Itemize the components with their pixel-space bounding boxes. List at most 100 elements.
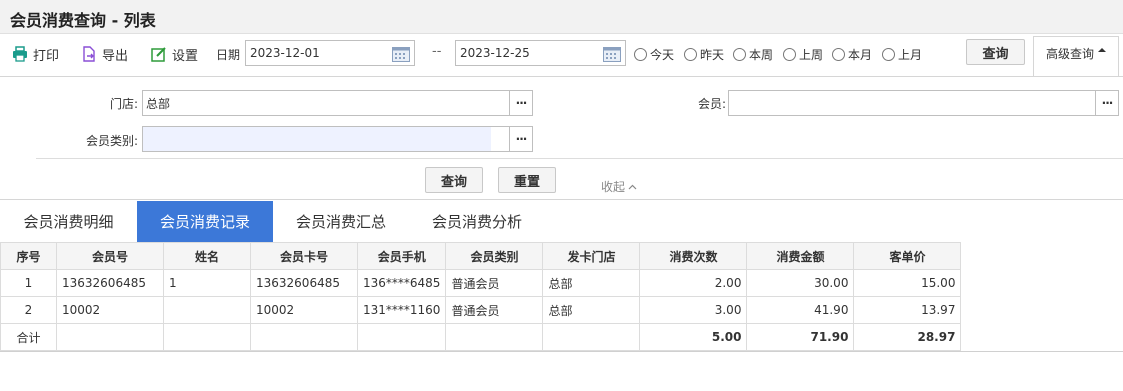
table-row[interactable]: 2 10002 10002 131****1160 普通会员 总部 3.00 4… (0, 296, 962, 324)
store-input[interactable] (143, 91, 503, 115)
radio-yesterday[interactable]: 昨天 (684, 46, 724, 63)
col-header[interactable]: 消费金额 (746, 242, 855, 270)
filter-reset-button[interactable]: 重置 (498, 167, 556, 193)
radio-circle[interactable] (832, 48, 845, 61)
date-to-input[interactable] (456, 41, 596, 65)
radio-circle[interactable] (733, 48, 746, 61)
col-header[interactable]: 序号 (0, 242, 57, 270)
member-field[interactable]: ··· (728, 90, 1119, 116)
cell: 10002 (250, 296, 358, 324)
radio-label: 上周 (799, 48, 824, 62)
export-label: 导出 (102, 48, 129, 64)
cell: 30.00 (746, 269, 855, 297)
cell (163, 323, 251, 351)
tab-bar: 会员消费明细 会员消费记录 会员消费汇总 会员消费分析 (0, 201, 1123, 242)
export-button[interactable]: 导出 (81, 44, 128, 64)
radio-this-month[interactable]: 本月 (832, 46, 872, 63)
col-header[interactable]: 会员类别 (445, 242, 544, 270)
table-header-row: 序号 会员号 姓名 会员卡号 会员手机 会员类别 发卡门店 消费次数 消费金额 … (0, 242, 962, 270)
date-from-field[interactable] (245, 40, 415, 66)
cell: 普通会员 (445, 269, 544, 297)
store-field[interactable]: ··· (142, 90, 533, 116)
cell: 10002 (56, 296, 164, 324)
cell: 1 (0, 269, 57, 297)
cell (250, 323, 358, 351)
advanced-query-toggle[interactable]: 高级查询 (1033, 36, 1119, 76)
filter-query-button[interactable]: 查询 (425, 167, 483, 193)
table-row[interactable]: 1 13632606485 1 13632606485 136****6485 … (0, 269, 962, 297)
member-type-field[interactable]: ··· (142, 126, 533, 152)
toolbar: 打印 导出 设置 日期 -- (0, 34, 1123, 76)
col-header[interactable]: 会员卡号 (250, 242, 358, 270)
title-bar: 会员消费查询 - 列表 (0, 0, 1123, 34)
cell: 131****1160 (356, 296, 447, 324)
page-title: 会员消费查询 - 列表 (10, 11, 156, 30)
filter-divider (36, 158, 1123, 159)
caret-up-icon (1098, 45, 1106, 60)
radio-label: 本月 (848, 48, 873, 62)
calendar-icon[interactable] (603, 45, 621, 65)
cell: 13.97 (853, 296, 962, 324)
store-label: 门店: (109, 97, 138, 111)
date-from-input[interactable] (246, 41, 386, 65)
cell: 13632606485 (250, 269, 358, 297)
date-separator: -- (432, 44, 442, 59)
cell: 1 (163, 269, 251, 297)
settings-button[interactable]: 设置 (151, 44, 198, 64)
member-type-input[interactable] (143, 127, 491, 151)
tab-member-consumption-summary[interactable]: 会员消费汇总 (273, 201, 409, 242)
date-to-field[interactable] (455, 40, 626, 66)
cell: 13632606485 (56, 269, 164, 297)
col-header[interactable]: 会员手机 (356, 242, 447, 270)
tab-member-consumption-detail[interactable]: 会员消费明细 (0, 201, 137, 242)
print-button[interactable]: 打印 (12, 44, 59, 64)
cell: 普通会员 (445, 296, 544, 324)
radio-circle[interactable] (634, 48, 647, 61)
cell (542, 323, 641, 351)
radio-circle[interactable] (882, 48, 895, 61)
radio-this-week[interactable]: 本周 (733, 46, 773, 63)
col-header[interactable]: 会员号 (56, 242, 164, 270)
col-header[interactable]: 客单价 (853, 242, 962, 270)
radio-last-week[interactable]: 上周 (783, 46, 823, 63)
cell (56, 323, 164, 351)
store-picker-button[interactable]: ··· (509, 91, 532, 115)
member-input[interactable] (729, 91, 1089, 115)
col-header[interactable]: 消费次数 (639, 242, 748, 270)
chevron-up-icon (628, 180, 637, 194)
cell: 2 (0, 296, 57, 324)
radio-last-month[interactable]: 上月 (882, 46, 922, 63)
cell (356, 323, 447, 351)
table-total-row: 合计 5.00 71.90 28.97 (0, 323, 962, 351)
export-icon (81, 46, 97, 62)
query-button[interactable]: 查询 (966, 39, 1025, 65)
member-type-picker-button[interactable]: ··· (509, 127, 532, 151)
cell: 2.00 (639, 269, 748, 297)
member-picker-button[interactable]: ··· (1095, 91, 1118, 115)
tab-member-consumption-records[interactable]: 会员消费记录 (137, 201, 273, 242)
collapse-button[interactable]: 收起 (601, 178, 637, 195)
total-amount: 71.90 (746, 323, 855, 351)
col-header[interactable]: 发卡门店 (542, 242, 641, 270)
radio-today[interactable]: 今天 (634, 46, 674, 63)
cell: 15.00 (853, 269, 962, 297)
member-label: 会员: (697, 97, 726, 111)
settings-label: 设置 (172, 48, 199, 64)
printer-icon (12, 46, 28, 62)
records-table: 序号 会员号 姓名 会员卡号 会员手机 会员类别 发卡门店 消费次数 消费金额 … (0, 242, 962, 351)
radio-label: 上月 (898, 48, 923, 62)
edit-settings-icon (151, 46, 167, 62)
cell (445, 323, 544, 351)
cell: 41.90 (746, 296, 855, 324)
col-header[interactable]: 姓名 (163, 242, 251, 270)
total-count: 5.00 (639, 323, 748, 351)
total-label: 合计 (0, 323, 57, 351)
calendar-icon[interactable] (392, 45, 410, 65)
advanced-filter-panel: 门店: ··· 会员: ··· 会员类别: ··· 查询 重置 收起 (0, 76, 1123, 200)
tab-member-consumption-analysis[interactable]: 会员消费分析 (409, 201, 545, 242)
radio-circle[interactable] (783, 48, 796, 61)
advanced-query-label: 高级查询 (1045, 47, 1094, 61)
total-avg-price: 28.97 (853, 323, 962, 351)
radio-circle[interactable] (684, 48, 697, 61)
radio-label: 今天 (650, 48, 675, 62)
